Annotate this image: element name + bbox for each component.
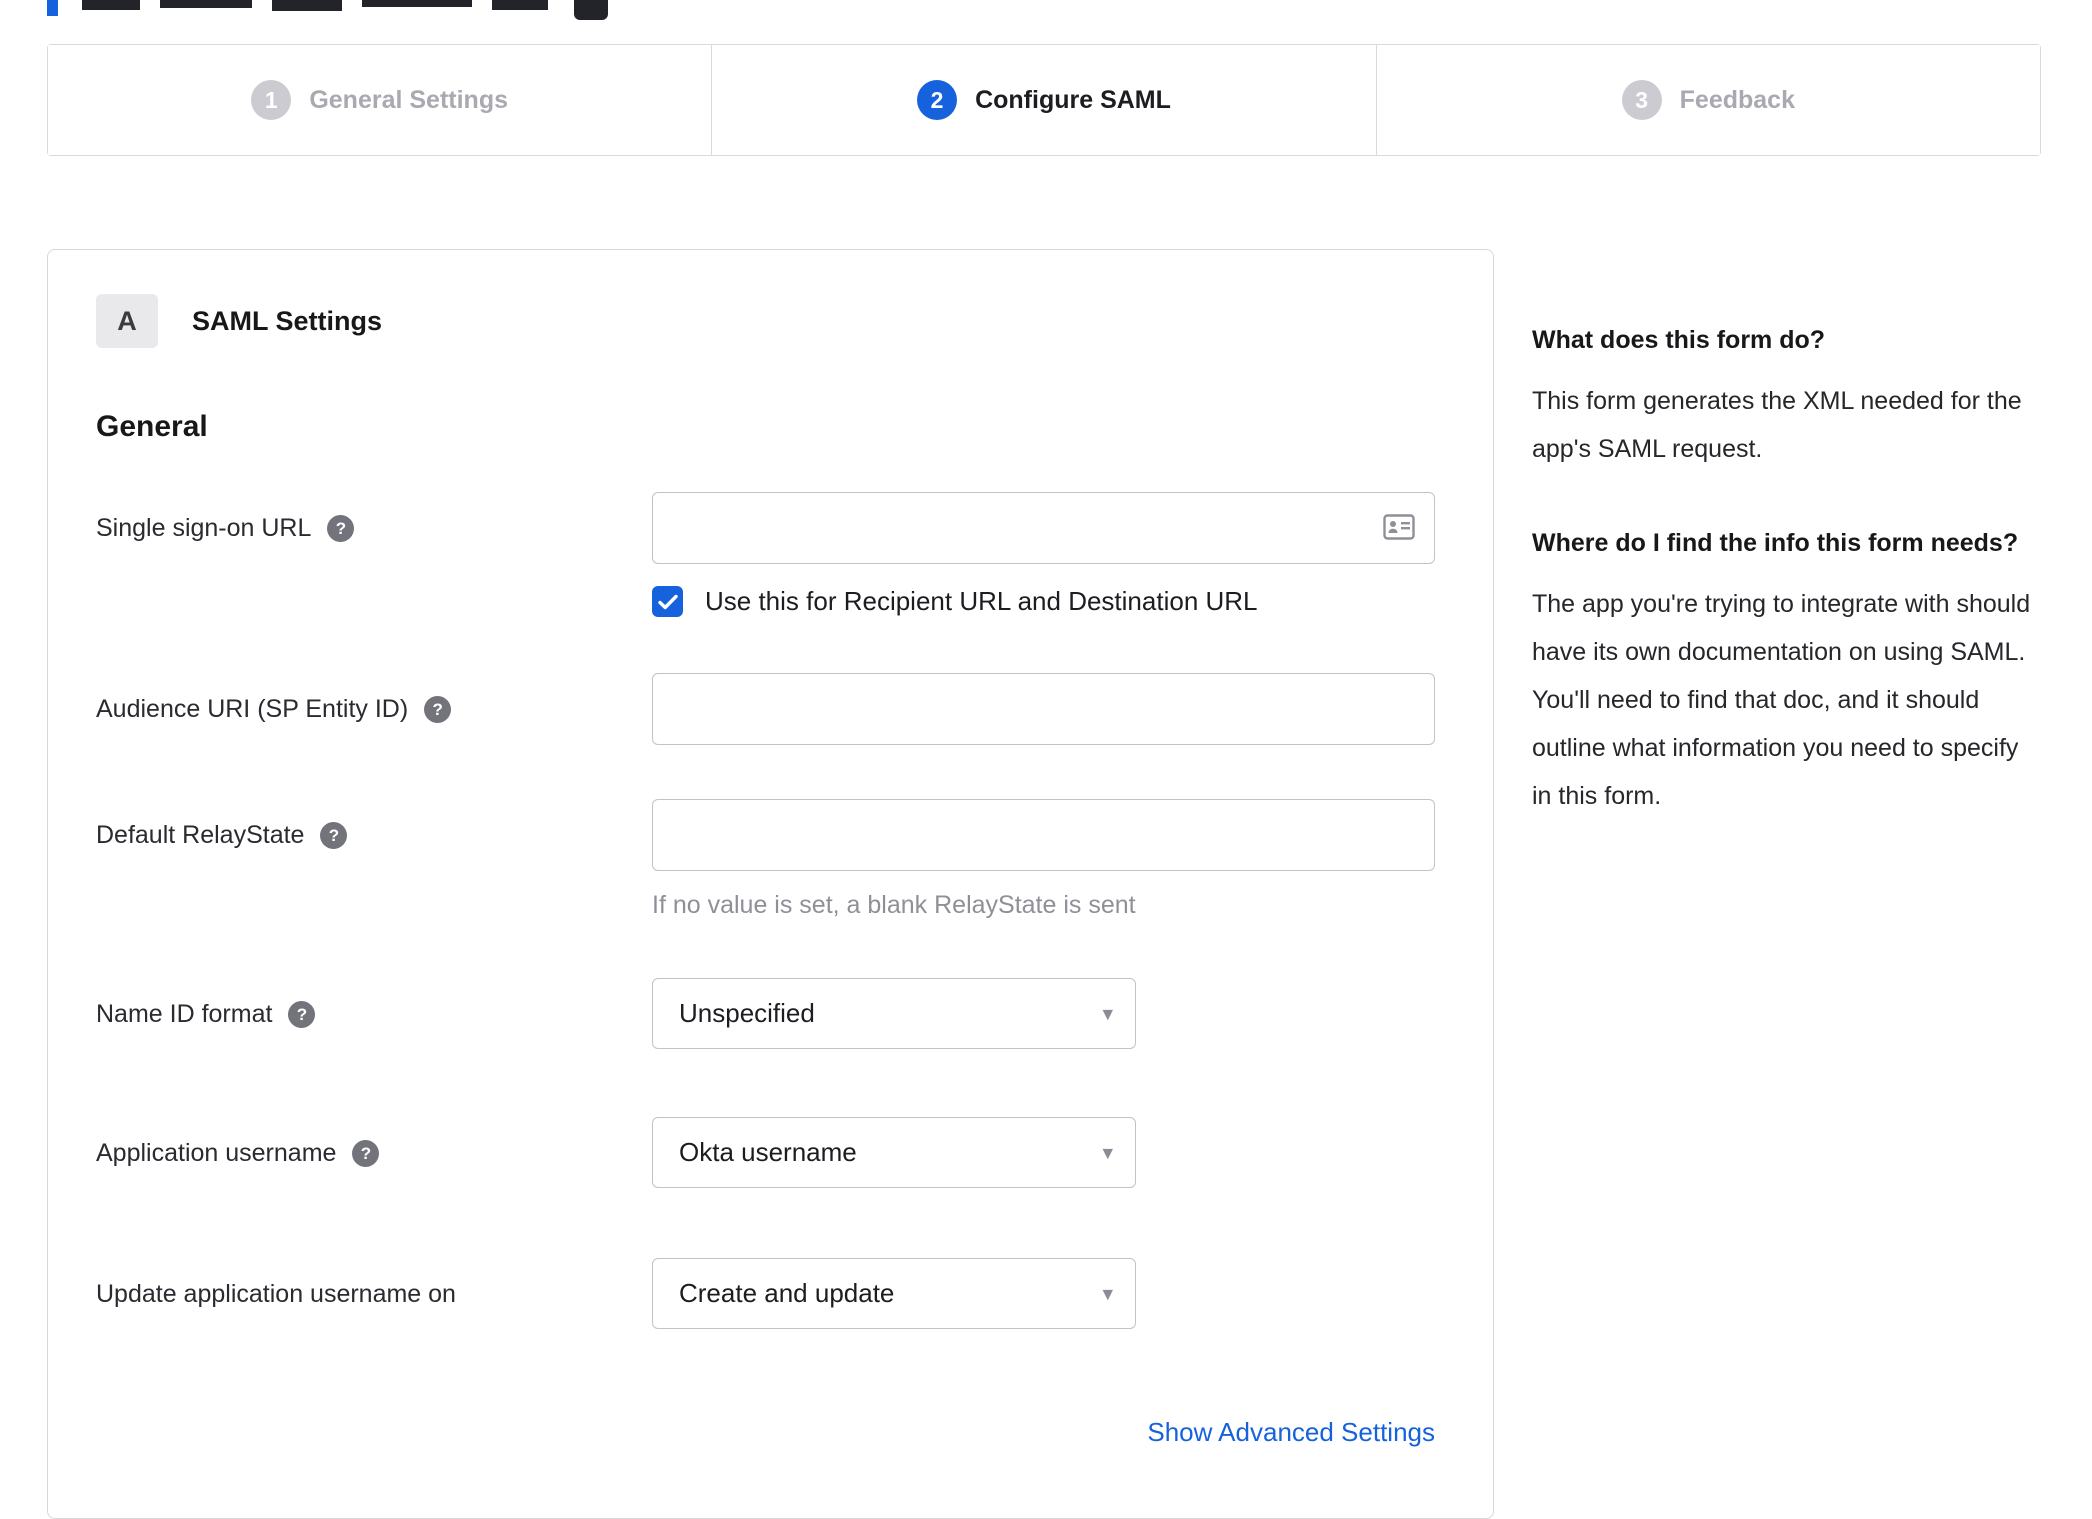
selected-value: Unspecified — [679, 998, 815, 1028]
field-control — [652, 673, 1435, 745]
name-id-format-label: Name ID format — [96, 1000, 273, 1028]
help-icon[interactable]: ? — [327, 515, 355, 542]
chevron-down-icon: ▾ — [1102, 1002, 1113, 1025]
field-label-row: Audience URI (SP Entity ID) ? — [96, 673, 652, 724]
clipped-title-fragment — [492, 0, 548, 10]
field-control: Use this for Recipient URL and Destinati… — [652, 492, 1435, 617]
field-label-row: Application username ? — [96, 1117, 652, 1168]
saml-settings-panel: A SAML Settings General Single sign-on U… — [47, 249, 1494, 1519]
recipient-url-checkbox-label[interactable]: Use this for Recipient URL and Destinati… — [705, 586, 1258, 617]
clipped-title-fragment — [82, 0, 140, 10]
panel-header: A SAML Settings — [96, 294, 1445, 348]
field-row-sso-url: Single sign-on URL ? Use this for Recipi… — [96, 492, 1445, 617]
step-label: General Settings — [309, 85, 508, 114]
checkmark-icon — [657, 594, 678, 609]
sso-url-input[interactable] — [652, 492, 1435, 564]
selected-value: Create and update — [679, 1278, 895, 1308]
contact-card-icon[interactable] — [1383, 514, 1415, 545]
help-sidebar: What does this form do? This form genera… — [1532, 322, 2044, 820]
help-icon[interactable]: ? — [352, 1140, 380, 1167]
help-heading: What does this form do? — [1532, 326, 1826, 354]
field-row-app-username: Application username ? Okta username ▾ — [96, 1117, 1445, 1188]
app-username-label: Application username — [96, 1139, 337, 1167]
relay-state-label: Default RelayState — [96, 821, 305, 849]
step-label: Configure SAML — [975, 85, 1171, 114]
clipped-icon-fragment — [574, 0, 608, 20]
field-label-row: Default RelayState ? — [96, 799, 652, 850]
step-feedback[interactable]: 3 Feedback — [1375, 45, 2040, 155]
field-label-row: Update application username on — [96, 1258, 652, 1309]
update-username-select[interactable]: Create and update ▾ — [652, 1258, 1136, 1329]
field-label-row: Name ID format ? — [96, 978, 652, 1029]
field-row-update-username: Update application username on Create an… — [96, 1258, 1445, 1329]
audience-uri-input[interactable] — [652, 673, 1435, 745]
sso-checkbox-row: Use this for Recipient URL and Destinati… — [652, 586, 1435, 617]
step-number-badge: 1 — [251, 80, 292, 120]
field-row-relay-state: Default RelayState ? If no value is set,… — [96, 799, 1445, 920]
app-username-select[interactable]: Okta username ▾ — [652, 1117, 1136, 1188]
section-a-badge: A — [96, 294, 158, 348]
relay-state-hint: If no value is set, a blank RelayState i… — [652, 891, 1136, 919]
step-general-settings[interactable]: 1 General Settings — [48, 45, 712, 155]
clipped-logo-fragment — [47, 0, 58, 16]
panel-title: SAML Settings — [192, 305, 383, 336]
advanced-settings-row: Show Advanced Settings — [96, 1417, 1435, 1448]
chevron-down-icon: ▾ — [1102, 1282, 1113, 1305]
clipped-title-fragment — [272, 0, 342, 11]
update-username-label: Update application username on — [96, 1280, 456, 1308]
recipient-url-checkbox[interactable] — [652, 586, 683, 617]
help-icon[interactable]: ? — [288, 1001, 316, 1028]
sso-url-label: Single sign-on URL — [96, 514, 312, 542]
step-label: Feedback — [1679, 85, 1795, 114]
name-id-format-select[interactable]: Unspecified ▾ — [652, 978, 1136, 1049]
audience-uri-label: Audience URI (SP Entity ID) — [96, 695, 409, 723]
help-icon[interactable]: ? — [320, 822, 348, 849]
general-group-title: General — [96, 410, 208, 443]
help-body: This form generates the XML needed for t… — [1532, 387, 2022, 463]
chevron-down-icon: ▾ — [1102, 1141, 1113, 1164]
field-control: Okta username ▾ — [652, 1117, 1136, 1188]
clipped-title-fragment — [160, 0, 252, 8]
selected-value: Okta username — [679, 1137, 857, 1167]
clipped-title-fragment — [362, 0, 472, 7]
step-configure-saml[interactable]: 2 Configure SAML — [711, 45, 1376, 155]
relay-state-input[interactable] — [652, 799, 1435, 871]
field-row-audience-uri: Audience URI (SP Entity ID) ? — [96, 673, 1445, 745]
field-label-row: Single sign-on URL ? — [96, 492, 652, 543]
field-control: Create and update ▾ — [652, 1258, 1136, 1329]
step-number-badge: 2 — [917, 80, 958, 120]
show-advanced-settings-link[interactable]: Show Advanced Settings — [1147, 1417, 1435, 1447]
wizard-stepper: 1 General Settings 2 Configure SAML 3 Fe… — [47, 44, 2041, 156]
field-control: Unspecified ▾ — [652, 978, 1136, 1049]
step-number-badge: 3 — [1621, 80, 1662, 120]
help-body: The app you're trying to integrate with … — [1532, 590, 2031, 810]
help-heading: Where do I find the info this form needs… — [1532, 529, 2019, 557]
help-section-find-info: Where do I find the info this form needs… — [1532, 525, 2044, 820]
field-control: If no value is set, a blank RelayState i… — [652, 799, 1435, 920]
field-row-name-id-format: Name ID format ? Unspecified ▾ — [96, 978, 1445, 1049]
help-icon[interactable]: ? — [424, 696, 452, 723]
help-section-form-purpose: What does this form do? This form genera… — [1532, 322, 2044, 473]
